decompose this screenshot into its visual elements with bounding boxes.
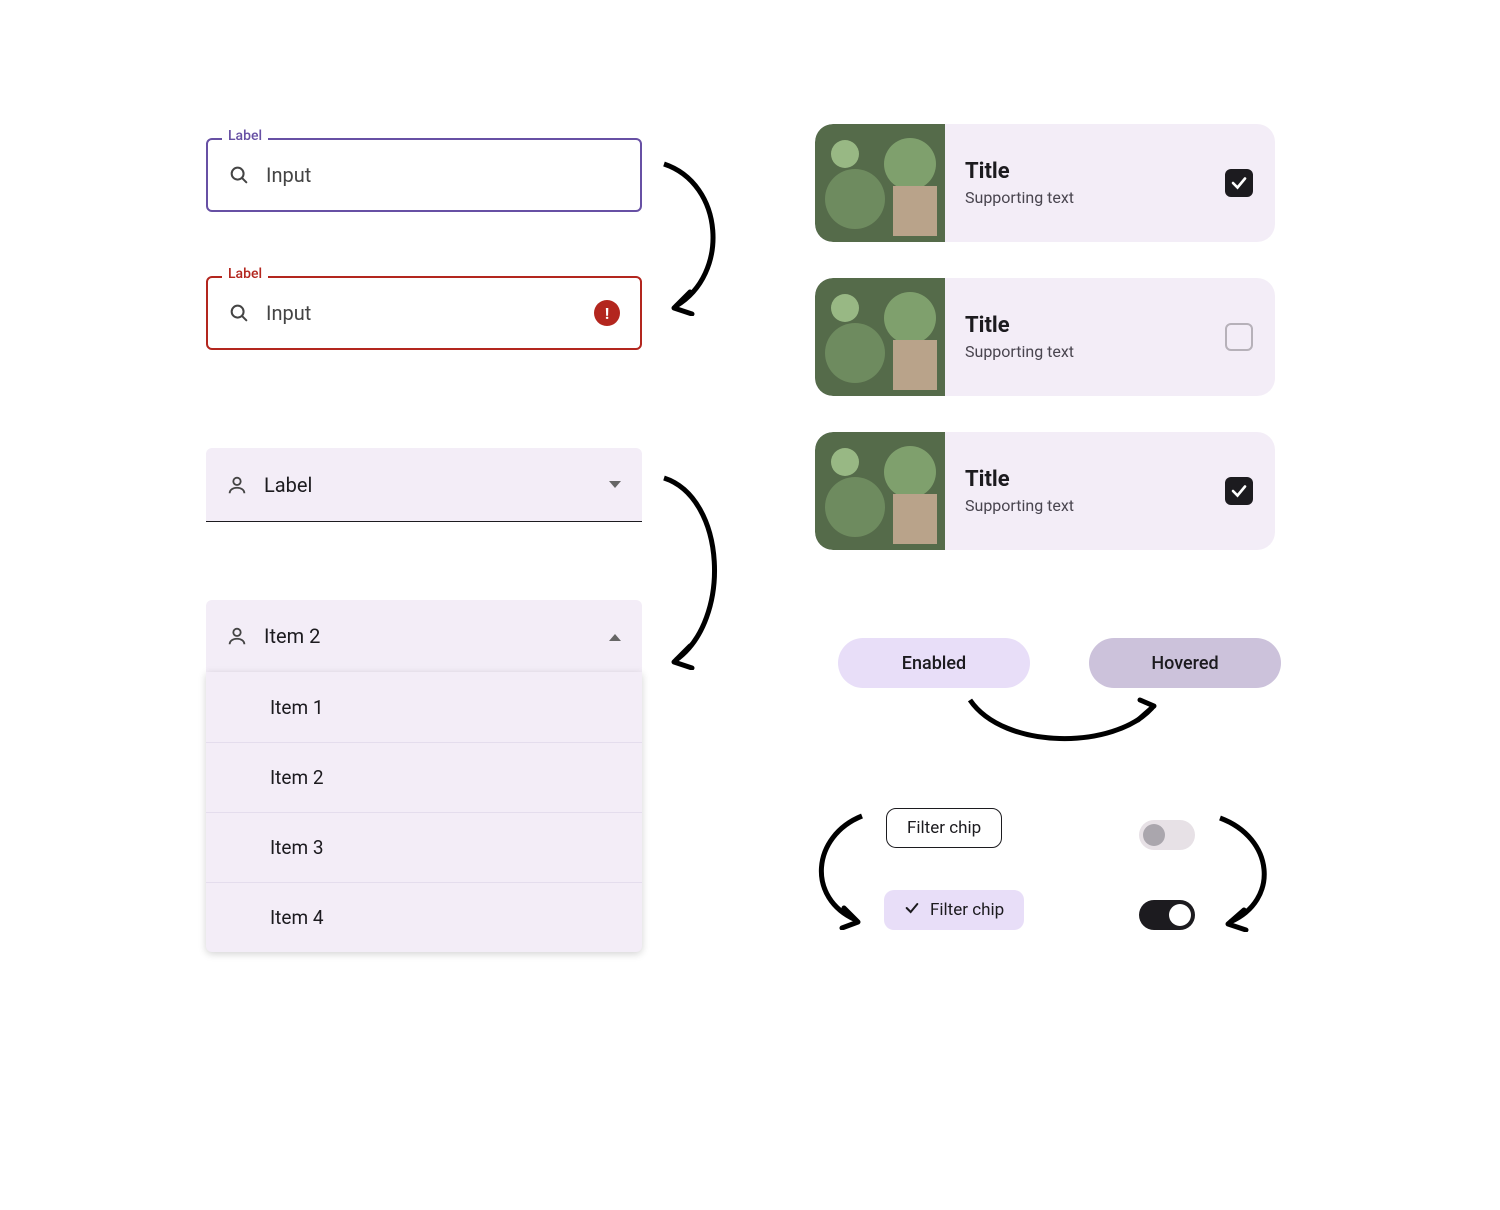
textfield-label: Label [222,266,268,282]
filter-chip-off[interactable]: Filter chip [886,808,1002,848]
button-enabled[interactable]: Enabled [838,638,1030,688]
list-item-supporting: Supporting text [965,188,1205,207]
textfield-value: Input [266,301,578,325]
chevron-down-icon [608,475,622,494]
search-icon [228,302,250,324]
thumbnail-image [815,278,945,396]
select-value: Item 2 [264,624,592,648]
button-hovered[interactable]: Hovered [1089,638,1281,688]
button-label: Hovered [1151,653,1218,674]
checkbox-checked[interactable] [1225,169,1253,197]
list-item[interactable]: Title Supporting text [815,124,1275,242]
error-icon: ! [594,300,620,326]
switch-off[interactable] [1139,820,1195,850]
checkbox-unchecked[interactable] [1225,323,1253,351]
list-item[interactable]: Title Supporting text [815,432,1275,550]
list-item-title: Title [965,159,1205,184]
menu-item-label: Item 2 [270,766,324,789]
filter-chip-label: Filter chip [907,818,981,838]
menu-item[interactable]: Item 1 [206,672,642,742]
switch-on[interactable] [1139,900,1195,930]
menu-item-label: Item 4 [270,906,324,929]
arrow-icon [964,690,1164,760]
menu-item[interactable]: Item 4 [206,882,642,952]
arrow-icon [656,470,736,670]
select-open[interactable]: Item 2 [206,600,642,674]
button-label: Enabled [902,653,966,674]
arrow-icon [1210,812,1290,932]
arrow-icon [656,156,736,316]
textfield-label: Label [222,128,268,144]
search-icon [228,164,250,186]
thumbnail-image [815,124,945,242]
select-menu: Item 1 Item 2 Item 3 Item 4 [206,672,642,952]
filter-chip-label: Filter chip [930,900,1004,920]
arrow-icon [796,810,876,930]
menu-item[interactable]: Item 2 [206,742,642,812]
menu-item-label: Item 1 [270,696,324,719]
list-item[interactable]: Title Supporting text [815,278,1275,396]
textfield-outlined-error[interactable]: Label Input ! [206,276,642,350]
chevron-up-icon [608,627,622,646]
textfield-value: Input [266,163,620,187]
switch-knob [1169,904,1191,926]
list-item-supporting: Supporting text [965,342,1205,361]
filter-chip-on[interactable]: Filter chip [884,890,1024,930]
checkbox-checked[interactable] [1225,477,1253,505]
person-icon [226,474,248,496]
select-label: Label [264,473,592,497]
thumbnail-image [815,432,945,550]
select-closed[interactable]: Label [206,448,642,522]
list-item-title: Title [965,313,1205,338]
switch-knob [1143,824,1165,846]
menu-item-label: Item 3 [270,836,324,859]
textfield-outlined-normal[interactable]: Label Input [206,138,642,212]
menu-item[interactable]: Item 3 [206,812,642,882]
person-icon [226,625,248,647]
check-icon [904,900,920,921]
list-item-supporting: Supporting text [965,496,1205,515]
list-item-title: Title [965,467,1205,492]
